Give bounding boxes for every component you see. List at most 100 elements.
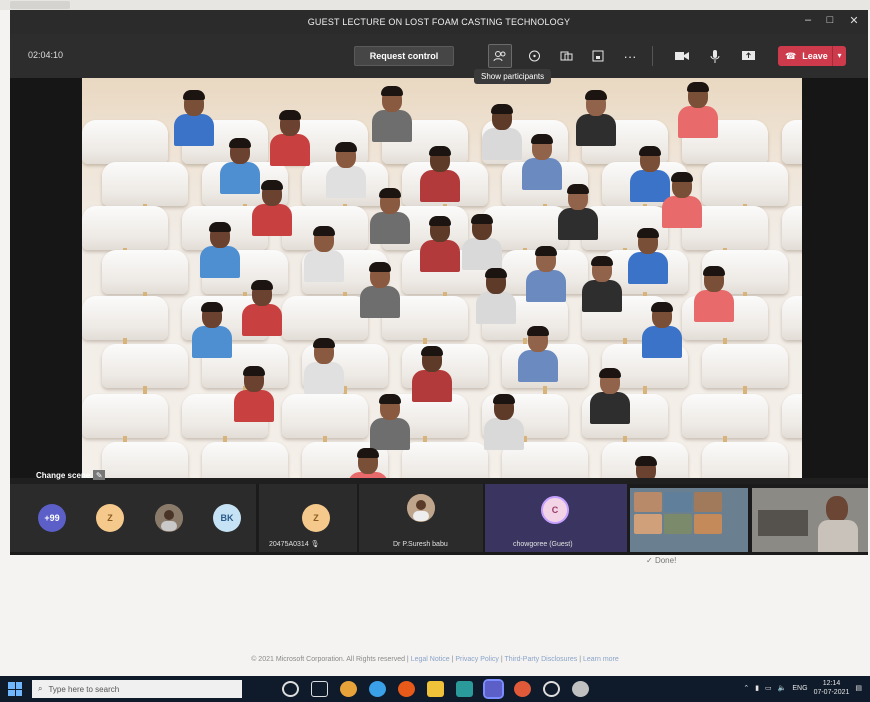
avatar[interactable] bbox=[155, 504, 183, 532]
participant-video-cutout bbox=[304, 226, 344, 282]
participant-video-cutout bbox=[326, 142, 366, 198]
auditorium-seat bbox=[102, 442, 188, 478]
auditorium-seat bbox=[102, 250, 188, 294]
auditorium-seat bbox=[82, 296, 168, 340]
chrome-profile-icon[interactable] bbox=[514, 681, 531, 697]
settings-icon[interactable] bbox=[543, 681, 560, 697]
reactions-icon[interactable] bbox=[554, 44, 578, 68]
close-icon[interactable]: ✕ bbox=[846, 14, 862, 27]
leave-label: Leave bbox=[802, 51, 828, 61]
participant-video-cutout bbox=[420, 216, 460, 272]
chrome-alt-icon[interactable] bbox=[369, 681, 386, 697]
footer-link[interactable]: Learn more bbox=[583, 656, 619, 663]
avatar: Z bbox=[302, 504, 330, 532]
auditorium-seat bbox=[702, 162, 788, 206]
file-explorer-icon[interactable] bbox=[427, 681, 444, 697]
participant-video-cutout bbox=[590, 368, 630, 424]
task-view-icon[interactable] bbox=[311, 681, 328, 697]
minimize-icon[interactable]: – bbox=[800, 14, 816, 26]
taskbar-search[interactable]: ⌕ Type here to search bbox=[32, 680, 242, 698]
share-icon[interactable] bbox=[736, 44, 760, 68]
participant-video-cutout bbox=[628, 228, 668, 284]
participant-tile[interactable]: Dr P.Suresh babu bbox=[359, 484, 483, 552]
mic-icon[interactable] bbox=[703, 44, 727, 68]
clock-time: 12:14 bbox=[822, 680, 841, 687]
volume-icon[interactable]: 🔈 bbox=[778, 684, 787, 692]
firefox-icon[interactable] bbox=[398, 681, 415, 697]
overflow-count-badge[interactable]: +99 bbox=[38, 504, 66, 532]
participant-video-cutout bbox=[242, 280, 282, 336]
participant-video-cutout bbox=[348, 448, 388, 478]
rooms-icon[interactable] bbox=[586, 44, 610, 68]
change-scene-label: Change scene bbox=[36, 470, 91, 480]
auditorium-seat bbox=[682, 394, 768, 438]
auditorium-seat bbox=[782, 394, 802, 438]
teams-icon[interactable] bbox=[483, 679, 504, 699]
store-icon[interactable] bbox=[456, 681, 473, 697]
battery-icon[interactable]: ▮ bbox=[755, 684, 759, 692]
network-icon[interactable]: ▭ bbox=[765, 684, 772, 692]
self-video-thumbnail[interactable] bbox=[752, 488, 868, 552]
chevron-down-icon[interactable]: ▾ bbox=[832, 46, 846, 66]
notification-icon[interactable]: ▤ bbox=[855, 684, 862, 692]
maximize-icon[interactable]: □ bbox=[822, 14, 838, 26]
participant-video-cutout bbox=[234, 366, 274, 422]
done-label: ✓ Done! bbox=[646, 556, 677, 565]
participant-video-cutout bbox=[372, 86, 412, 142]
browser-tab[interactable] bbox=[10, 1, 70, 9]
chevron-up-icon[interactable]: ⌃ bbox=[743, 684, 749, 692]
participant-video-cutout bbox=[522, 134, 562, 190]
chat-icon[interactable] bbox=[522, 44, 546, 68]
toolbar-divider bbox=[652, 46, 653, 66]
windows-start-icon[interactable] bbox=[8, 682, 22, 696]
avatar[interactable]: Z bbox=[96, 504, 124, 532]
windows-taskbar: ⌕ Type here to search ⌃ ▮ ▭ 🔈 ENG 12:14 … bbox=[0, 676, 870, 702]
participant-video-cutout bbox=[662, 172, 702, 228]
participant-video-cutout bbox=[420, 146, 460, 202]
more-icon[interactable]: ··· bbox=[618, 44, 642, 68]
show-participants-tooltip: Show participants bbox=[474, 69, 552, 84]
request-control-button[interactable]: Request control bbox=[354, 46, 454, 66]
camera-icon[interactable] bbox=[670, 44, 694, 68]
avatar[interactable]: BK bbox=[213, 504, 241, 532]
cortana-icon[interactable] bbox=[282, 681, 299, 697]
footer-link[interactable]: Legal Notice bbox=[411, 656, 450, 663]
participant-tiles: +99 Z BK Z 20475A0314 🎙 Dr P.Suresh babu… bbox=[10, 484, 868, 555]
chrome-icon[interactable] bbox=[340, 681, 357, 697]
auditorium-seat bbox=[702, 344, 788, 388]
page-footer: © 2021 Microsoft Corporation. All Rights… bbox=[251, 656, 619, 663]
avatar bbox=[407, 494, 435, 522]
auditorium-seat bbox=[102, 162, 188, 206]
participant-video-cutout bbox=[412, 346, 452, 402]
participant-tile[interactable]: Z 20475A0314 🎙 bbox=[259, 484, 357, 552]
participant-video-cutout bbox=[370, 394, 410, 450]
tile-group: +99 Z BK bbox=[10, 484, 256, 552]
system-tray: ⌃ ▮ ▭ 🔈 ENG 12:14 07-07-2021 ▤ bbox=[743, 679, 862, 697]
participant-video-cutout bbox=[484, 394, 524, 450]
auditorium-seat bbox=[402, 442, 488, 478]
auditorium-seat bbox=[82, 206, 168, 250]
shared-screen-thumbnail[interactable] bbox=[630, 488, 748, 552]
title-bar: GUEST LECTURE ON LOST FOAM CASTING TECHN… bbox=[10, 10, 868, 34]
clock[interactable]: 12:14 07-07-2021 bbox=[814, 679, 850, 697]
participant-video-cutout bbox=[192, 302, 232, 358]
participant-video-cutout bbox=[694, 266, 734, 322]
search-icon: ⌕ bbox=[38, 684, 43, 693]
leave-button[interactable]: ☎ Leave ▾ bbox=[778, 46, 846, 66]
participant-video-cutout bbox=[558, 184, 598, 240]
participant-video-cutout bbox=[370, 188, 410, 244]
participant-video-cutout bbox=[270, 110, 310, 166]
change-scene-button[interactable]: Change scene ✎ bbox=[36, 470, 106, 480]
participant-video-cutout bbox=[200, 222, 240, 278]
participants-icon[interactable] bbox=[488, 44, 512, 68]
language-indicator[interactable]: ENG bbox=[792, 685, 807, 692]
footer-link[interactable]: Third-Party Disclosures bbox=[505, 656, 578, 663]
phone-icon: ☎ bbox=[785, 50, 797, 61]
footer-link[interactable]: Privacy Policy bbox=[455, 656, 499, 663]
browser-strip bbox=[0, 0, 870, 10]
pencil-icon: ✎ bbox=[93, 470, 106, 480]
participant-video-cutout bbox=[626, 456, 666, 478]
app-icon[interactable] bbox=[572, 681, 589, 697]
participant-video-cutout bbox=[576, 90, 616, 146]
participant-tile[interactable]: C chowgoree (Guest) bbox=[485, 484, 627, 552]
